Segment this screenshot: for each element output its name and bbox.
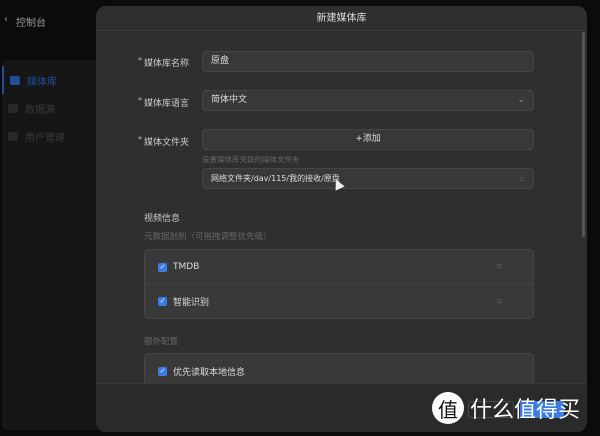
checkbox-checked-icon[interactable]: ✓: [158, 262, 167, 272]
watermark-logo: 值: [432, 392, 464, 424]
back-button[interactable]: ‹ 控制台: [4, 14, 46, 29]
language-select[interactable]: 简体中文 ⌄: [202, 90, 534, 111]
sidebar-item-media-library[interactable]: 媒体库: [2, 66, 102, 94]
folder-path-item: 网络文件夹/dav/115/我的接收/原盘 ▫: [202, 168, 534, 189]
chevron-down-icon: ⌄: [517, 95, 525, 105]
sidebar: 媒体库 数据源 用户管理: [2, 60, 102, 430]
language-value: 简体中文: [211, 95, 248, 105]
sidebar-item-label: 数据源: [25, 104, 55, 116]
extra-label: 优先读取本地信息: [173, 367, 246, 378]
required-mark: *: [138, 56, 142, 65]
new-library-dialog: 新建媒体库 * 媒体库名称 原盘 * 媒体库语言 简体中文 ⌄ * 媒体文件夹 +…: [96, 6, 587, 432]
folder-hint: 设置媒体库关联的媒体文件夹: [202, 155, 300, 164]
watermark: 值什么值得买: [432, 392, 580, 424]
video-section-title: 视频信息: [144, 214, 181, 224]
name-label: 媒体库名称: [144, 59, 190, 69]
sidebar-item-user-management[interactable]: 用户管理: [2, 122, 102, 150]
required-mark: *: [138, 135, 142, 144]
scrollbar[interactable]: [582, 32, 585, 237]
media-library-icon: [10, 75, 20, 85]
sidebar-item-label: 媒体库: [27, 76, 57, 88]
watermark-text: 什么值得买: [470, 398, 581, 423]
required-mark: *: [138, 96, 142, 105]
name-input[interactable]: 原盘: [202, 51, 534, 72]
drag-handle-icon[interactable]: ≡: [495, 262, 503, 272]
scraper-label: 智能识别: [173, 298, 210, 308]
extra-section-title: 额外配置: [144, 337, 179, 347]
folder-label: 媒体文件夹: [144, 138, 190, 148]
scraper-hint: 元数据刮削（可拖拽调整优先级）: [144, 232, 272, 242]
delete-icon[interactable]: ▫: [520, 169, 525, 188]
chevron-left-icon: ‹: [4, 14, 8, 25]
back-label: 控制台: [16, 18, 46, 29]
scraper-label: TMDB: [173, 262, 200, 272]
language-label: 媒体库语言: [144, 99, 190, 109]
scraper-list: ✓ TMDB ≡ ✓ 智能识别 ≡: [144, 249, 534, 319]
drag-handle-icon[interactable]: ≡: [495, 297, 503, 307]
sidebar-item-data-source[interactable]: 数据源: [2, 94, 102, 122]
scraper-item-smart[interactable]: ✓ 智能识别 ≡: [145, 284, 533, 318]
dialog-title: 新建媒体库: [96, 6, 587, 31]
data-source-icon: [8, 103, 18, 113]
scraper-item-tmdb[interactable]: ✓ TMDB ≡: [145, 250, 533, 284]
add-folder-button[interactable]: +添加: [202, 129, 534, 150]
folder-path: 网络文件夹/dav/115/我的接收/原盘: [211, 174, 340, 183]
checkbox-checked-icon[interactable]: ✓: [158, 366, 167, 376]
sidebar-item-label: 用户管理: [25, 132, 65, 144]
checkbox-checked-icon[interactable]: ✓: [158, 297, 167, 306]
user-management-icon: [8, 131, 18, 141]
